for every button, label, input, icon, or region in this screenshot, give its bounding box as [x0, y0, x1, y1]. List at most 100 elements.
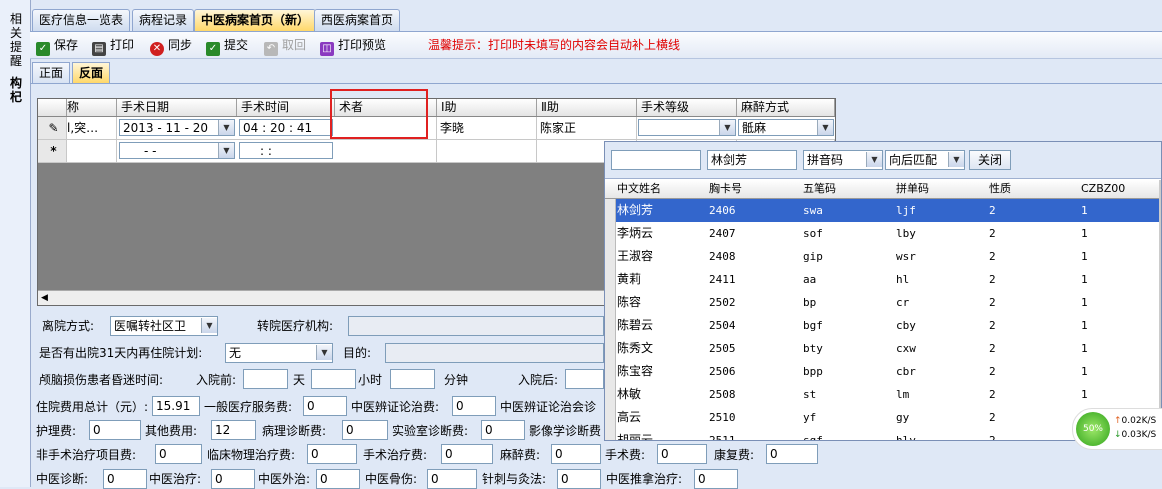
tab-progress-notes[interactable]: 病程记录 [132, 9, 195, 31]
tab-western-case-home[interactable]: 西医病案首页 [314, 9, 401, 31]
tcm-external-field[interactable]: 0 [316, 469, 360, 489]
col-surgery-level[interactable]: 手术等级 [637, 99, 737, 116]
tcm-diag-field[interactable]: 0 [103, 469, 147, 489]
cell-czbz00: 1 [1081, 250, 1088, 263]
cell-assist-1-new[interactable] [437, 140, 537, 162]
readmit-select[interactable]: 无 ▼ [225, 343, 333, 363]
tab-tcm-case-home-new[interactable]: 中医病案首页（新） [194, 9, 317, 31]
chevron-down-icon[interactable]: ▼ [817, 120, 833, 135]
surgery-time-field[interactable]: 04 : 20 : 41 [239, 119, 333, 136]
surgery-time-field-new[interactable]: : : [239, 142, 333, 159]
tcm-therapy-field[interactable]: 0 [211, 469, 255, 489]
chevron-down-icon[interactable]: ▼ [316, 345, 332, 360]
cell-assist-1[interactable]: 李晓 [437, 117, 537, 139]
chevron-down-icon[interactable]: ▼ [218, 120, 234, 135]
surgery-date-picker[interactable]: 2013 - 11 - 20 ▼ [119, 119, 235, 136]
coma-before-days[interactable] [243, 369, 288, 389]
cell-chinese-name: 陈秀文 [617, 341, 654, 355]
col-chinese-name[interactable]: 中文姓名 [617, 180, 661, 198]
save-label: 保存 [54, 38, 79, 52]
picker-match-select[interactable]: 向后匹配 ▼ [885, 150, 965, 170]
list-item[interactable]: 陈碧云 2504 bgf cby 2 1 [605, 314, 1161, 338]
cell-name-new[interactable] [67, 140, 117, 162]
side-tab-2[interactable]: 构杞 [10, 76, 24, 104]
sync-button[interactable]: ✕ 同步 [150, 36, 192, 56]
col-badge-no[interactable]: 胸卡号 [709, 180, 742, 198]
acupuncture-field[interactable]: 0 [557, 469, 601, 489]
cell-type: 2 [989, 296, 996, 309]
cell-pinyin-code: cr [896, 296, 910, 309]
col-anesthesia[interactable]: 麻醉方式 [737, 99, 835, 116]
col-pinyin-code[interactable]: 拼单码 [896, 180, 929, 198]
tcm-bone-field[interactable]: 0 [427, 469, 477, 489]
cell-surgeon-new[interactable] [335, 140, 437, 162]
chevron-down-icon[interactable]: ▼ [719, 120, 735, 135]
col-surgery-time[interactable]: 手术时间 [237, 99, 335, 116]
cell-name[interactable]: l,突… [67, 117, 117, 139]
submit-button[interactable]: ✓ 提交 [206, 36, 248, 56]
picker-search-input[interactable] [611, 150, 701, 170]
table-row[interactable]: ✎ l,突… 2013 - 11 - 20 ▼ 04 : 20 : 41 李晓 陈… [38, 117, 835, 140]
picker-mode-select[interactable]: 拼音码 ▼ [803, 150, 883, 170]
save-button[interactable]: ✓ 保存 [36, 36, 79, 56]
discharge-mode-select[interactable]: 医嘱转社区卫 ▼ [110, 316, 218, 336]
cell-type: 2 [989, 250, 996, 263]
tab-medical-overview[interactable]: 医疗信息一览表 [32, 9, 131, 31]
list-item[interactable]: 李炳云 2407 sof lby 2 1 [605, 222, 1161, 246]
side-tab-reminders[interactable]: 相关提醒 [10, 12, 24, 68]
surgery-fee-field[interactable]: 0 [657, 444, 707, 464]
list-item[interactable]: 陈容 2502 bp cr 2 1 [605, 291, 1161, 315]
chevron-down-icon[interactable]: ▼ [866, 152, 882, 167]
tab-back[interactable]: 反面 [72, 62, 111, 83]
retract-label: 取回 [282, 38, 307, 52]
network-speed-widget[interactable]: 50% ↑0.02K/S ↓0.03K/S [1072, 408, 1162, 450]
coma-after-days[interactable] [565, 369, 604, 389]
picker-close-button[interactable]: 关闭 [969, 150, 1011, 170]
list-item[interactable]: 陈秀文 2505 bty cxw 2 1 [605, 337, 1161, 361]
list-item[interactable]: 陈宝容 2506 bpp cbr 2 1 [605, 360, 1161, 384]
tab-front[interactable]: 正面 [32, 62, 71, 83]
non-surgical-field[interactable]: 0 [155, 444, 202, 464]
anesthesia-select[interactable]: 骶麻 ▼ [738, 119, 834, 136]
coma-before-hours[interactable] [311, 369, 356, 389]
col-type[interactable]: 性质 [989, 180, 1011, 198]
anesthesia-fee-field[interactable]: 0 [551, 444, 601, 464]
surgery-date-picker-new[interactable]: - - ▼ [119, 142, 235, 159]
cell-assist-2[interactable]: 陈家正 [537, 117, 637, 139]
list-item[interactable]: 林敏 2508 st lm 2 1 [605, 383, 1161, 407]
purpose-field[interactable] [385, 343, 604, 363]
print-preview-button[interactable]: ◫ 打印预览 [320, 36, 386, 56]
chevron-down-icon[interactable]: ▼ [218, 143, 234, 158]
other-cost-field[interactable]: 12 [211, 420, 256, 440]
chevron-down-icon[interactable]: ▼ [948, 152, 964, 167]
col-assist-1[interactable]: Ⅰ助 [437, 99, 537, 116]
total-cost-field[interactable]: 15.91 [152, 396, 200, 416]
tuina-field[interactable]: 0 [694, 469, 738, 489]
scroll-left-icon[interactable]: ◀ [41, 291, 48, 305]
transfer-org-field[interactable] [348, 316, 604, 336]
upload-arrow-icon: ↑ [1114, 416, 1122, 426]
col-name[interactable]: 称 [67, 99, 117, 116]
lab-field[interactable]: 0 [481, 420, 525, 440]
list-item[interactable]: 林剑芳 2406 swa ljf 2 1 [605, 199, 1161, 223]
picker-name-input[interactable]: 林剑芳 [707, 150, 797, 170]
col-assist-2[interactable]: Ⅱ助 [537, 99, 637, 116]
print-button[interactable]: ▤ 打印 [92, 36, 134, 56]
rehab-field[interactable]: 0 [766, 444, 818, 464]
chevron-down-icon[interactable]: ▼ [201, 318, 217, 333]
retract-button[interactable]: ↶ 取回 [264, 36, 307, 56]
col-wubi-code[interactable]: 五笔码 [803, 180, 836, 198]
list-item[interactable]: 黄莉 2411 aa hl 2 1 [605, 268, 1161, 292]
tcm-treat-field[interactable]: 0 [452, 396, 496, 416]
col-surgery-date[interactable]: 手术日期 [117, 99, 237, 116]
surgery-level-select[interactable]: ▼ [638, 119, 736, 136]
surgical-treat-field[interactable]: 0 [441, 444, 493, 464]
coma-before-minutes[interactable] [390, 369, 435, 389]
clinical-physio-field[interactable]: 0 [307, 444, 357, 464]
general-service-field[interactable]: 0 [303, 396, 347, 416]
pathology-field[interactable]: 0 [342, 420, 388, 440]
list-item[interactable]: 王淑容 2408 gip wsr 2 1 [605, 245, 1161, 269]
picker-vertical-scrollbar[interactable] [1159, 180, 1161, 440]
col-czbz00[interactable]: CZBZ00 [1081, 180, 1125, 198]
nursing-field[interactable]: 0 [89, 420, 141, 440]
